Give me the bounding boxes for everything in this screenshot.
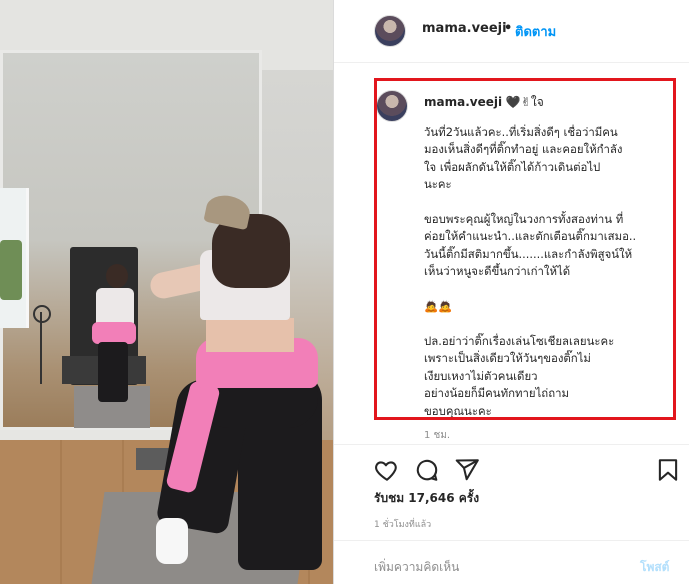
photo-reflection-legs [98, 342, 128, 402]
photo-reflection-head [106, 264, 128, 288]
bookmark-icon[interactable] [655, 457, 681, 483]
header-separator: • [504, 21, 513, 36]
post-header: mama.veeji • ติดตาม [334, 0, 689, 63]
instagram-post-view: mama.veeji • ติดตาม mama.veeji 🖤✌ใจ วันท… [0, 0, 689, 584]
view-count[interactable]: รับชม 17,646 ครั้ง [374, 489, 479, 508]
add-comment-input[interactable] [374, 557, 604, 577]
highlight-box [374, 78, 676, 420]
photo-shoe [156, 518, 188, 564]
caption-time: 1 ชม. [424, 430, 451, 441]
author-avatar[interactable] [374, 15, 406, 47]
photo-reflection-jacket [92, 322, 136, 344]
action-bar [334, 444, 689, 485]
post-photo[interactable] [0, 0, 333, 584]
post-timestamp[interactable]: 1 ชั่วโมงที่แล้ว [374, 517, 431, 531]
photo-ring-light [33, 305, 51, 323]
author-username[interactable]: mama.veeji [422, 21, 507, 36]
follow-button[interactable]: ติดตาม [515, 21, 556, 42]
photo-waist [206, 318, 294, 352]
comment-icon[interactable] [414, 457, 440, 483]
post-comment-button[interactable]: โพสต์ [640, 558, 669, 577]
share-icon[interactable] [454, 457, 480, 483]
heart-icon[interactable] [374, 457, 400, 483]
photo-plant [0, 240, 22, 300]
